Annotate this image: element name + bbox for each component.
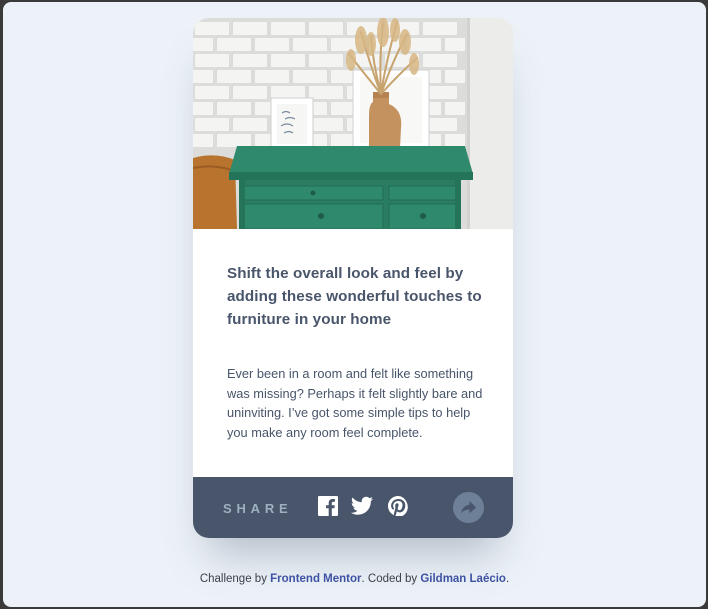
facebook-icon[interactable] <box>318 496 340 518</box>
page-background: Shift the overall look and feel by addin… <box>3 2 706 607</box>
article-description: Ever been in a room and felt like someth… <box>227 366 483 440</box>
pinterest-icon[interactable] <box>388 496 410 518</box>
article-title: Shift the overall look and feel by addin… <box>227 265 482 328</box>
attribution: Challenge by Frontend Mentor. Coded by G… <box>3 573 706 585</box>
twitter-icon[interactable] <box>351 496 373 518</box>
frontend-mentor-link[interactable]: Frontend Mentor <box>270 573 361 585</box>
attribution-prefix: Challenge by <box>199 573 271 585</box>
drawers-image <box>193 18 513 229</box>
attribution-suffix: . <box>505 573 510 585</box>
article-card: Shift the overall look and feel by addin… <box>193 18 513 538</box>
share-label: SHARE <box>223 501 293 516</box>
share-button[interactable] <box>453 492 484 523</box>
share-bar: SHARE <box>193 477 513 538</box>
attribution-middle: . Coded by <box>361 573 421 585</box>
author-link[interactable]: Gildman Laécio <box>420 573 506 585</box>
share-arrow-icon <box>461 501 476 514</box>
card-content: Shift the overall look and feel by addin… <box>227 262 483 331</box>
